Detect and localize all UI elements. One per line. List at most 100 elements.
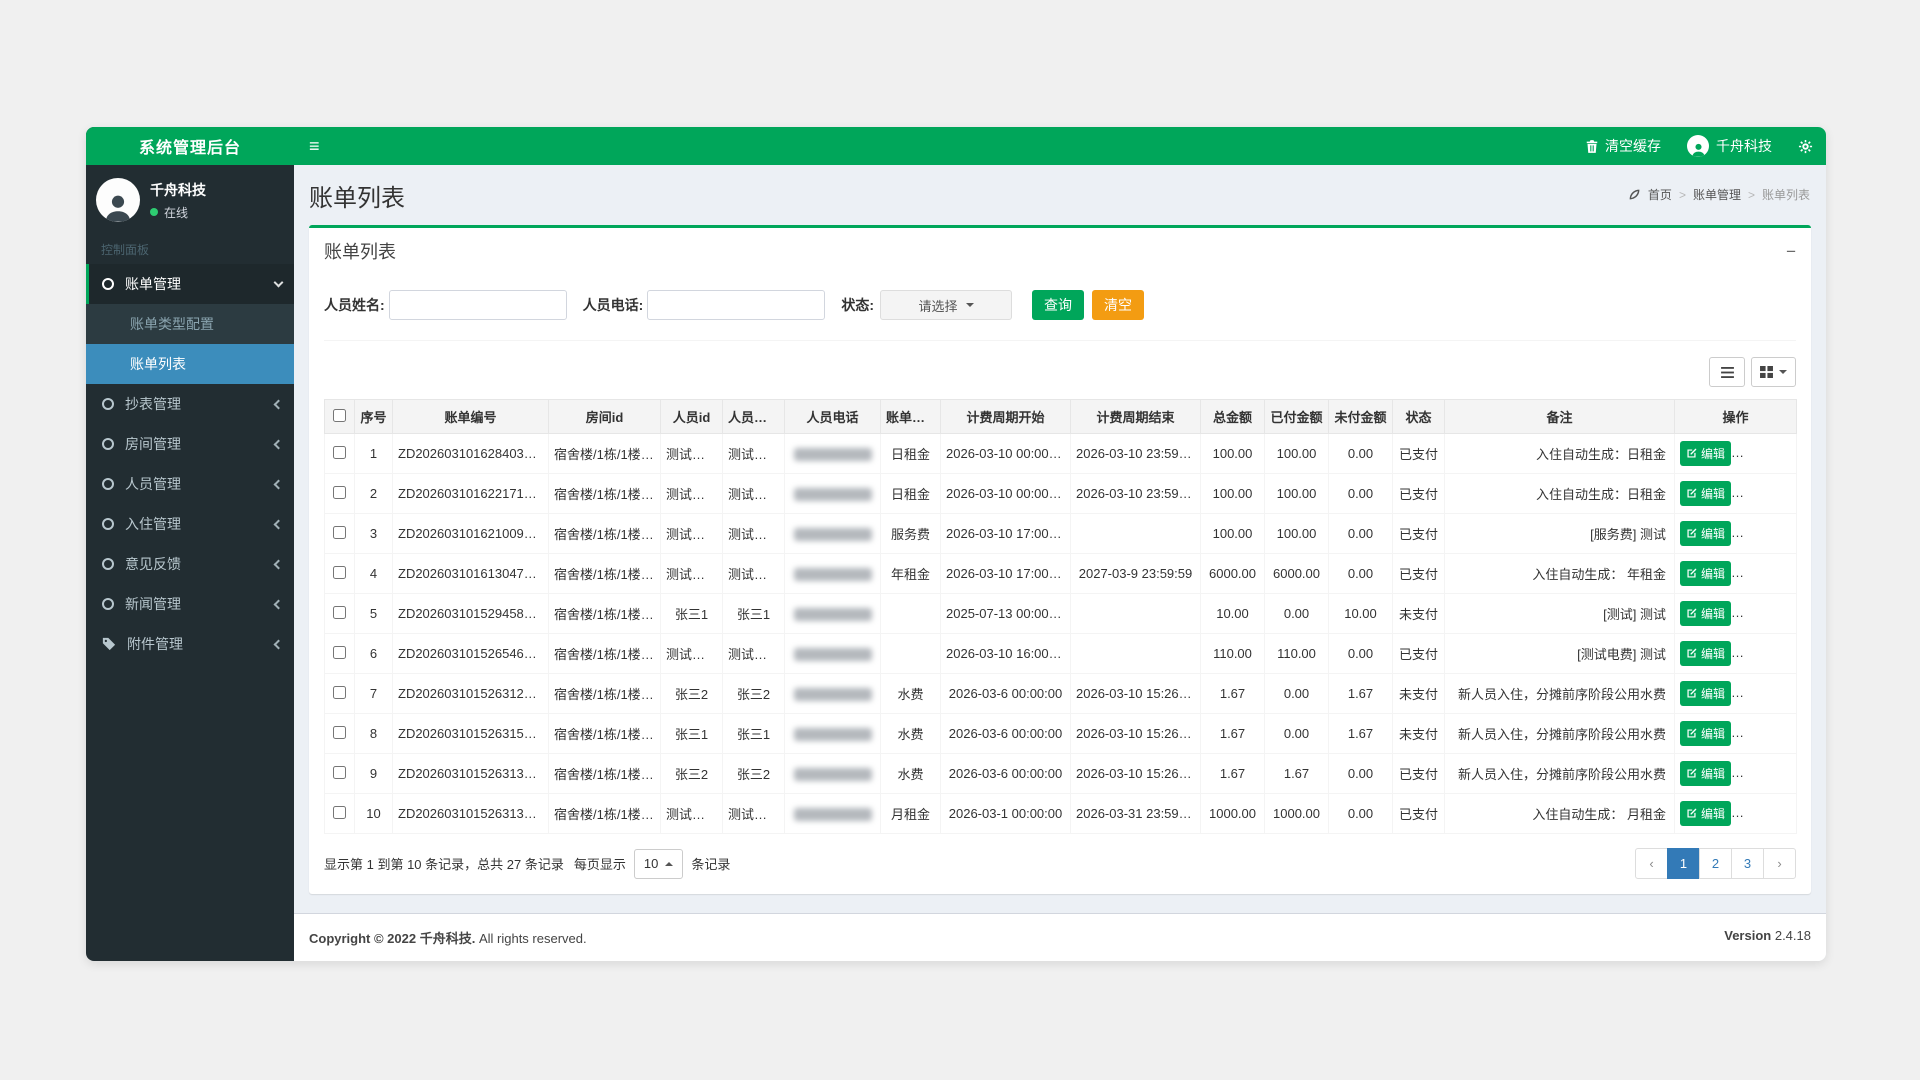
sidebar-item-1[interactable]: 账单管理 (86, 264, 294, 304)
bill-detail-button[interactable]: 账单明细 (1735, 641, 1796, 666)
edit-button[interactable]: 编辑 (1680, 681, 1731, 706)
sidebar-user-panel: 千舟科技 在线 (86, 165, 294, 233)
row-checkbox[interactable] (333, 526, 346, 539)
column-header: 人员id (661, 400, 723, 434)
sidebar-item-2[interactable]: 抄表管理 (86, 384, 294, 424)
collapse-icon[interactable]: − (1786, 243, 1796, 260)
row-checkbox[interactable] (333, 486, 346, 499)
cell-period-start: 2026-03-1 00:00:00 (941, 794, 1071, 834)
circle-icon (102, 438, 114, 450)
breadcrumb-home[interactable]: 首页 (1648, 186, 1672, 203)
navbar-user-menu[interactable]: 千舟科技 (1674, 127, 1785, 165)
select-all-checkbox[interactable] (333, 409, 346, 422)
circle-icon (102, 478, 114, 490)
row-checkbox[interactable] (333, 606, 346, 619)
cell-period-end (1071, 634, 1201, 674)
edit-button[interactable]: 编辑 (1680, 601, 1731, 626)
columns-toggle-button[interactable] (1751, 357, 1796, 387)
row-checkbox[interactable] (333, 726, 346, 739)
submenu-item[interactable]: 账单类型配置 (86, 304, 294, 344)
cell-bill-type: 日租金 (881, 474, 941, 514)
person-name-input[interactable] (389, 290, 567, 320)
cell-person-phone (785, 514, 881, 554)
edit-button[interactable]: 编辑 (1680, 521, 1731, 546)
cell-bill-no: ZD202603101622171584 (393, 474, 549, 514)
row-checkbox[interactable] (333, 446, 346, 459)
edit-button[interactable]: 编辑 (1680, 721, 1731, 746)
row-checkbox[interactable] (333, 766, 346, 779)
table-row: 2ZD202603101622171584宿舍楼/1栋/1楼/102测试账单测试… (325, 474, 1797, 514)
row-checkbox[interactable] (333, 566, 346, 579)
bill-detail-button[interactable]: 账单明细 (1735, 761, 1796, 786)
cell-person-phone (785, 674, 881, 714)
column-header: 人员姓名 (723, 400, 785, 434)
bill-detail-button[interactable]: 账单明细 (1735, 521, 1796, 546)
cell-period-end: 2026-03-10 15:26:31 (1071, 714, 1201, 754)
sidebar-item-8[interactable]: 附件管理 (86, 624, 294, 664)
cell-index: 9 (355, 754, 393, 794)
table-row: 5ZD202603101529458873宿舍楼/1栋/1楼/102张三1张三1… (325, 594, 1797, 634)
cell-remark: 入住自动生成： 年租金 (1445, 554, 1675, 594)
cell-total: 1.67 (1201, 674, 1265, 714)
breadcrumb-bill-mgmt[interactable]: 账单管理 (1693, 186, 1741, 203)
per-page-select[interactable]: 10 (634, 849, 683, 879)
pagination-page-2[interactable]: 2 (1699, 848, 1732, 879)
bill-detail-button[interactable]: 账单明细 (1735, 801, 1796, 826)
column-header: 序号 (355, 400, 393, 434)
bill-detail-button[interactable]: 账单明细 (1735, 441, 1796, 466)
edit-button[interactable]: 编辑 (1680, 481, 1731, 506)
row-checkbox[interactable] (333, 806, 346, 819)
row-checkbox[interactable] (333, 646, 346, 659)
edit-button[interactable]: 编辑 (1680, 561, 1731, 586)
cell-total: 1.67 (1201, 754, 1265, 794)
cell-person-phone (785, 714, 881, 754)
person-phone-input[interactable] (647, 290, 825, 320)
list-view-button[interactable] (1709, 357, 1745, 387)
cell-unpaid: 10.00 (1329, 594, 1393, 634)
edit-icon (1686, 568, 1697, 579)
edit-button[interactable]: 编辑 (1680, 641, 1731, 666)
clear-button[interactable]: 清空 (1092, 290, 1144, 320)
edit-icon (1686, 488, 1697, 499)
bill-detail-button[interactable]: 账单明细 (1735, 681, 1796, 706)
bill-detail-button[interactable]: 账单明细 (1735, 721, 1796, 746)
table-row: 3ZD202603101621009337宿舍楼/1栋/1楼/102测试账单测试… (325, 514, 1797, 554)
cell-unpaid: 1.67 (1329, 714, 1393, 754)
row-select-cell (325, 474, 355, 514)
sidebar-item-4[interactable]: 人员管理 (86, 464, 294, 504)
column-header: 账单编号 (393, 400, 549, 434)
pagination-prev[interactable]: ‹ (1635, 848, 1668, 879)
chevron-left-icon (274, 519, 284, 529)
bill-detail-button[interactable]: 账单明细 (1735, 561, 1796, 586)
sidebar-item-label: 新闻管理 (125, 594, 181, 614)
cell-person-phone (785, 554, 881, 594)
bill-detail-button[interactable]: 账单明细 (1735, 481, 1796, 506)
edit-button[interactable]: 编辑 (1680, 761, 1731, 786)
sidebar-toggle-icon[interactable]: ≡ (294, 127, 335, 165)
pagination-page-3[interactable]: 3 (1731, 848, 1764, 879)
tag-icon (102, 637, 116, 651)
sidebar-item-3[interactable]: 房间管理 (86, 424, 294, 464)
search-button[interactable]: 查询 (1032, 290, 1084, 320)
cell-bill-no: ZD202603101526313476 (393, 754, 549, 794)
table-row: 4ZD202603101613047698宿舍楼/1栋/1楼/102测试账单测试… (325, 554, 1797, 594)
status-select[interactable]: 请选择 (880, 290, 1012, 320)
settings-gear-button[interactable] (1785, 127, 1826, 165)
sidebar-item-7[interactable]: 新闻管理 (86, 584, 294, 624)
pagination-next[interactable]: › (1763, 848, 1796, 879)
breadcrumb: 首页 > 账单管理 > 账单列表 (1628, 186, 1810, 203)
edit-button[interactable]: 编辑 (1680, 801, 1731, 826)
edit-button[interactable]: 编辑 (1680, 441, 1731, 466)
cell-person-name: 测试账单 (723, 514, 785, 554)
row-checkbox[interactable] (333, 686, 346, 699)
sidebar-item-5[interactable]: 入住管理 (86, 504, 294, 544)
bill-detail-button[interactable]: 账单明细 (1735, 601, 1796, 626)
cell-status: 已支付 (1393, 434, 1445, 474)
admin-window: 系统管理后台 千舟科技 在线 控制面板 账单管理账单类型配置账单列表抄表管理房间… (86, 127, 1826, 961)
cell-paid: 0.00 (1265, 594, 1329, 634)
pagination-page-1[interactable]: 1 (1667, 848, 1700, 879)
submenu-item[interactable]: 账单列表 (86, 344, 294, 384)
sidebar-item-6[interactable]: 意见反馈 (86, 544, 294, 584)
clear-cache-button[interactable]: 清空缓存 (1573, 127, 1674, 165)
cell-paid: 6000.00 (1265, 554, 1329, 594)
